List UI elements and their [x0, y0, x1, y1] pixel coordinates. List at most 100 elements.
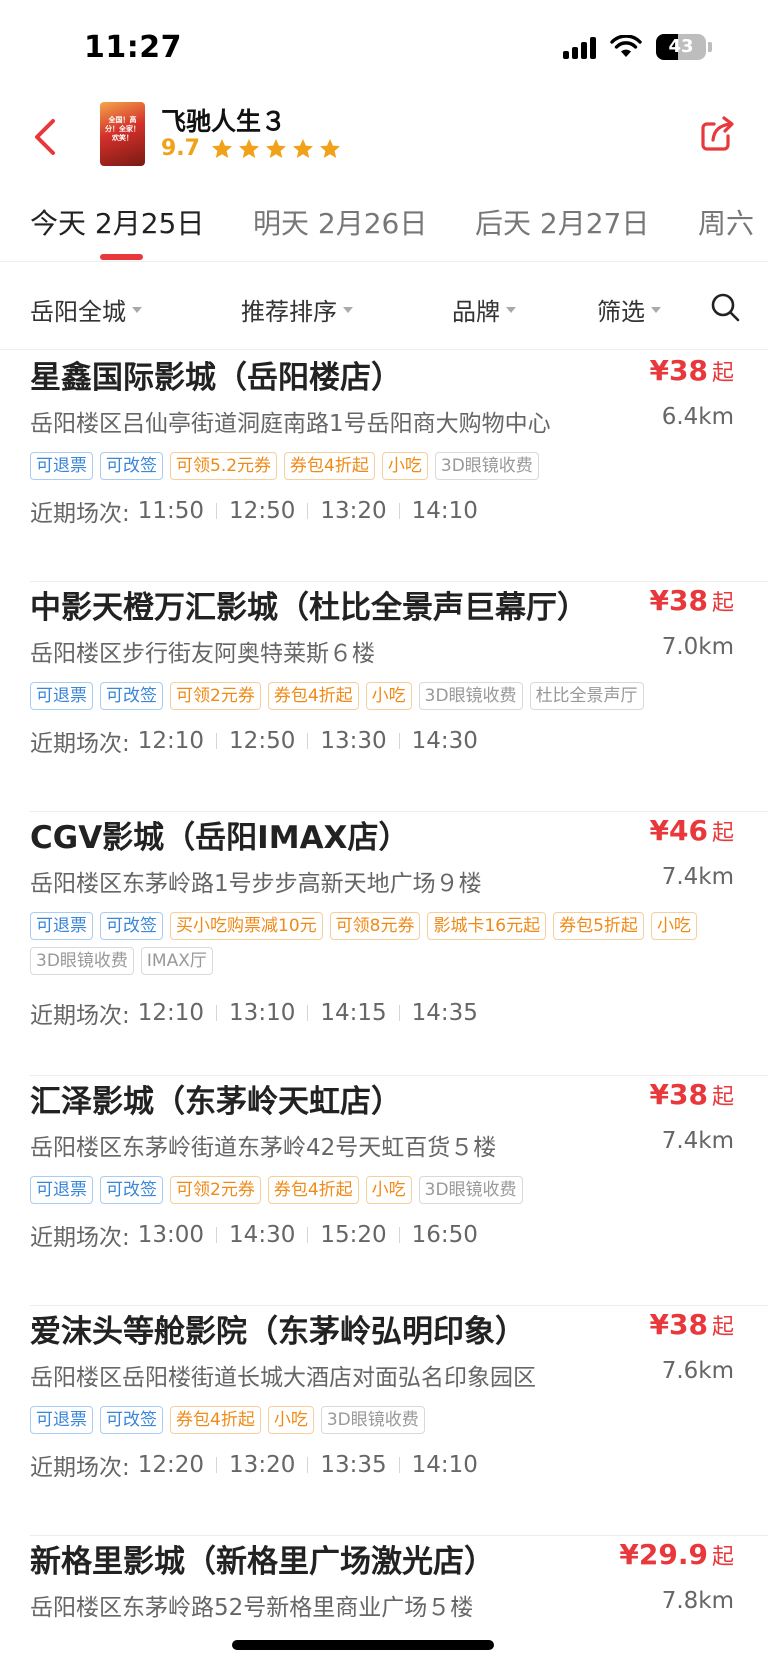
showtime[interactable]: 12:50: [229, 728, 295, 754]
status-bar: 11:27 43: [0, 0, 768, 92]
home-indicator: [232, 1640, 494, 1650]
showtime[interactable]: 14:35: [412, 1000, 478, 1026]
showtime[interactable]: 13:20: [320, 498, 386, 524]
showtime[interactable]: 13:10: [229, 1000, 295, 1026]
feature-tag: 3D眼镜收费: [418, 682, 523, 710]
cinema-address: 岳阳楼区步行街友阿奥特莱斯６楼: [30, 641, 375, 667]
price-value: ¥46: [649, 814, 708, 847]
date-tab-day-after[interactable]: 后天 2月27日: [475, 202, 649, 242]
caret-down-icon: [132, 306, 142, 313]
caret-down-icon: [506, 306, 516, 313]
showtime[interactable]: 11:50: [138, 498, 204, 524]
battery-icon: 43: [656, 34, 712, 60]
feature-tag: 券包4折起: [284, 452, 375, 480]
showtime[interactable]: 12:20: [138, 1452, 204, 1478]
filter-bar: 岳阳全城 推荐排序 品牌 筛选: [0, 262, 768, 350]
star-icon: [319, 138, 340, 158]
price-value: ¥38: [649, 354, 708, 387]
showtime[interactable]: 14:10: [412, 498, 478, 524]
feature-tag: 3D眼镜收费: [30, 947, 134, 975]
price-suffix: 起: [711, 591, 734, 616]
filter-sort[interactable]: 推荐排序: [241, 292, 353, 327]
showtimes-label: 近期场次:: [30, 731, 130, 757]
price-suffix: 起: [711, 1545, 734, 1570]
showtime[interactable]: 14:30: [412, 728, 478, 754]
feature-tag: 可领8元券: [329, 912, 421, 940]
showtime[interactable]: 12:50: [229, 498, 295, 524]
showtime-divider: [398, 1457, 400, 1473]
showtimes: 近期场次: 11:50 12:50 13:20 14:10: [30, 494, 478, 528]
feature-tag: 3D眼镜收费: [320, 1406, 425, 1434]
price-value: ¥38: [649, 1078, 708, 1111]
showtime-divider: [216, 503, 218, 519]
showtime[interactable]: 14:10: [412, 1452, 478, 1478]
filter-area[interactable]: 岳阳全城: [30, 292, 142, 327]
star-icon: [211, 138, 232, 158]
feature-tag: 买小吃购票减10元: [170, 912, 323, 940]
movie-poster[interactable]: 全国！高分！全家！欢笑！: [100, 102, 145, 166]
search-icon[interactable]: [710, 292, 740, 322]
price-value: ¥38: [649, 1308, 708, 1341]
feature-tag: 可改签: [100, 682, 163, 710]
feature-tag: 3D眼镜收费: [418, 1176, 523, 1204]
filter-brand[interactable]: 品牌: [452, 292, 516, 327]
showtime-divider: [307, 503, 309, 519]
cinema-item[interactable]: CGV影城（岳阳IMAX店） ¥46 起岳阳楼区东茅岭路1号步步高新天地广场９楼 7.…: [0, 812, 768, 1076]
cinema-name: 爱沫头等舱影院（东茅岭弘明印象）: [30, 1314, 526, 1350]
cinema-price: ¥38 起: [650, 1078, 734, 1111]
showtimes: 近期场次: 12:20 13:20 13:35 14:10: [30, 1448, 478, 1482]
poster-text: 全国！高分！全家！欢笑！: [105, 116, 140, 142]
price-suffix: 起: [711, 1085, 734, 1110]
showtime-divider: [307, 1005, 309, 1021]
showtime[interactable]: 14:15: [320, 1000, 386, 1026]
cinema-distance: 7.4km: [661, 1128, 734, 1154]
filter-more[interactable]: 筛选: [597, 292, 661, 327]
cinema-item[interactable]: 爱沫头等舱影院（东茅岭弘明印象） ¥38 起岳阳楼区岳阳楼街道长城大酒店对面弘名印象…: [0, 1306, 768, 1536]
feature-tag: 小吃: [381, 452, 428, 480]
showtime-divider: [398, 1227, 400, 1243]
date-tabs: 今天 2月25日 明天 2月26日 后天 2月27日 周六: [0, 182, 768, 262]
showtime-divider: [307, 1457, 309, 1473]
feature-tags: 可退票 可改签 可领2元券 券包4折起 小吃 3D眼镜收费: [30, 1176, 740, 1204]
showtime[interactable]: 12:10: [138, 728, 204, 754]
cinema-address: 岳阳楼区吕仙亭街道洞庭南路1号岳阳商大购物中心: [30, 411, 551, 437]
cinema-distance: 6.4km: [661, 404, 734, 430]
showtime-divider: [398, 733, 400, 749]
showtime[interactable]: 12:10: [138, 1000, 204, 1026]
cinema-item[interactable]: 汇泽影城（东茅岭天虹店） ¥38 起岳阳楼区东茅岭街道东茅岭42号天虹百货５楼 7.4…: [0, 1076, 768, 1306]
date-tab-today[interactable]: 今天 2月25日: [30, 202, 204, 242]
battery-level: 43: [668, 36, 694, 57]
cinema-distance: 7.4km: [661, 864, 734, 890]
showtime-divider: [307, 1227, 309, 1243]
cinema-name: 新格里影城（新格里广场激光店）: [30, 1544, 495, 1580]
showtimes: 近期场次: 12:10 12:50 13:30 14:30: [30, 724, 478, 758]
showtime[interactable]: 15:20: [320, 1222, 386, 1248]
showtime[interactable]: 13:00: [138, 1222, 204, 1248]
showtime[interactable]: 14:30: [229, 1222, 295, 1248]
star-icon: [292, 138, 313, 158]
cinema-item[interactable]: 星鑫国际影城（岳阳楼店） ¥38 起岳阳楼区吕仙亭街道洞庭南路1号岳阳商大购物中心 6…: [0, 352, 768, 582]
caret-down-icon: [343, 306, 353, 313]
date-tab-saturday[interactable]: 周六: [698, 202, 754, 242]
feature-tag: IMAX厅: [140, 947, 213, 975]
status-icons: 43: [563, 34, 712, 60]
cinema-price: ¥38 起: [650, 354, 734, 387]
showtime[interactable]: 13:30: [320, 728, 386, 754]
feature-tag: 可退票: [30, 912, 93, 940]
date-tab-tomorrow[interactable]: 明天 2月26日: [253, 202, 427, 242]
cinema-name: 星鑫国际影城（岳阳楼店）: [30, 360, 402, 396]
back-icon[interactable]: [26, 114, 66, 160]
cinema-item[interactable]: 中影天橙万汇影城（杜比全景声巨幕厅） ¥38 起岳阳楼区步行街友阿奥特莱斯６楼 7.0…: [0, 582, 768, 812]
price-suffix: 起: [711, 1315, 734, 1340]
feature-tag: 可领2元券: [170, 1176, 261, 1204]
showtime[interactable]: 13:35: [320, 1452, 386, 1478]
showtime[interactable]: 13:20: [229, 1452, 295, 1478]
cinema-distance: 7.8km: [661, 1588, 734, 1614]
share-icon[interactable]: [698, 114, 738, 154]
feature-tag: 可改签: [100, 452, 163, 480]
feature-tag: 影城卡16元起: [427, 912, 547, 940]
filter-more-label: 筛选: [597, 298, 645, 326]
showtime[interactable]: 16:50: [412, 1222, 478, 1248]
rating-stars: [210, 137, 345, 161]
price-suffix: 起: [711, 361, 734, 386]
